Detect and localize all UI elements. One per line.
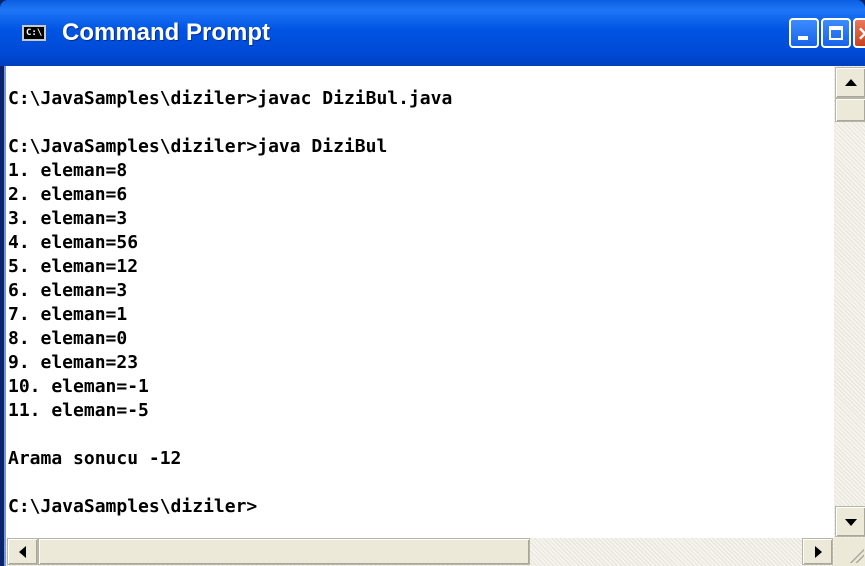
- horizontal-scrollbar[interactable]: [6, 538, 834, 566]
- console-line: 3. eleman=3: [8, 208, 128, 229]
- scroll-down-button[interactable]: [835, 506, 865, 537]
- console-line: 6. eleman=3: [8, 280, 128, 301]
- horizontal-scroll-thumb[interactable]: [38, 538, 530, 565]
- console-line: 8. eleman=0: [8, 328, 128, 349]
- vertical-scrollbar[interactable]: [834, 66, 865, 538]
- window-title: Command Prompt: [62, 19, 271, 46]
- scroll-down-icon: [844, 518, 857, 526]
- scroll-left-icon: [18, 545, 26, 558]
- console-line: C:\JavaSamples\diziler>: [8, 496, 258, 517]
- console-line: 9. eleman=23: [8, 352, 139, 373]
- scroll-up-icon: [844, 78, 857, 86]
- cmd-icon: C:\: [22, 25, 46, 41]
- vertical-scroll-thumb[interactable]: [835, 98, 865, 122]
- scroll-right-button[interactable]: [802, 538, 833, 565]
- console-client-area: C:\JavaSamples\diziler>javac DiziBul.jav…: [4, 66, 865, 566]
- console-line: 4. eleman=56: [8, 232, 139, 253]
- title-bar[interactable]: C:\ Command Prompt ×: [0, 0, 865, 66]
- console-line: C:\JavaSamples\diziler>javac DiziBul.jav…: [8, 88, 453, 109]
- maximize-button[interactable]: [821, 18, 851, 48]
- minimize-button[interactable]: [789, 18, 819, 48]
- console-line: 10. eleman=-1: [8, 376, 149, 397]
- maximize-icon: [829, 26, 843, 40]
- console-line: Arama sonucu -12: [8, 448, 182, 469]
- console-output[interactable]: C:\JavaSamples\diziler>javac DiziBul.jav…: [6, 66, 834, 538]
- console-line: 2. eleman=6: [8, 184, 128, 205]
- command-prompt-window: C:\ Command Prompt × C:\JavaSamples\dizi…: [0, 0, 865, 566]
- close-icon: ×: [856, 21, 865, 45]
- minimize-icon: [798, 36, 808, 40]
- resize-grip[interactable]: [834, 538, 865, 566]
- console-line: 7. eleman=1: [8, 304, 128, 325]
- scroll-up-button[interactable]: [835, 67, 865, 98]
- console-line: 5. eleman=12: [8, 256, 139, 277]
- scroll-left-button[interactable]: [7, 538, 38, 565]
- console-line: 11. eleman=-5: [8, 400, 149, 421]
- console-line: C:\JavaSamples\diziler>java DiziBul: [8, 136, 388, 157]
- close-button[interactable]: ×: [853, 18, 865, 48]
- scroll-right-icon: [814, 545, 822, 558]
- console-line: 1. eleman=8: [8, 160, 128, 181]
